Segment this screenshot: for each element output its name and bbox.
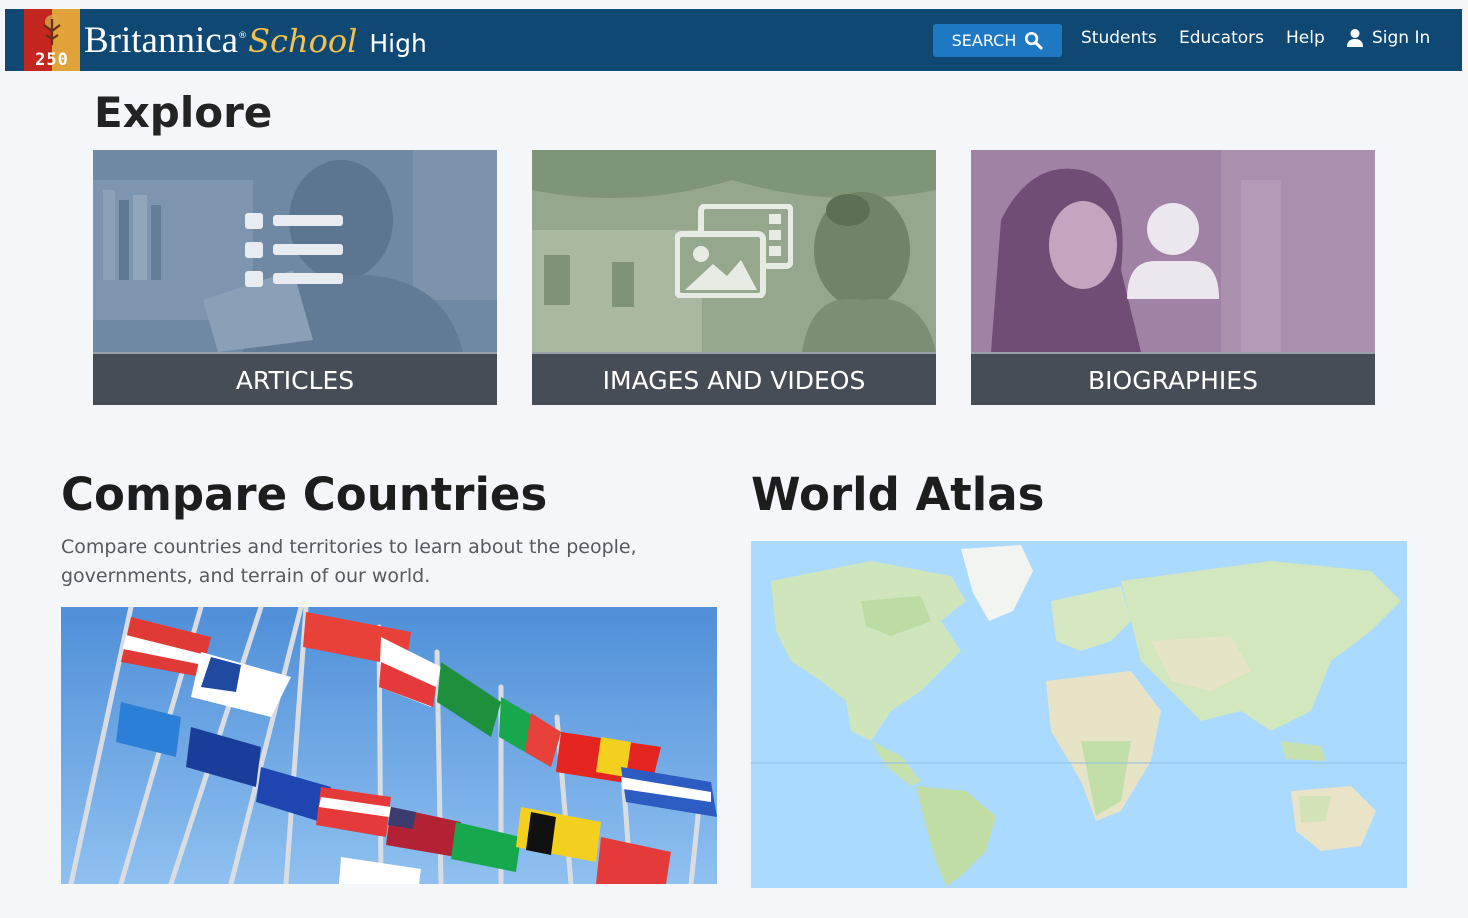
images-and-videos-card[interactable]: IMAGES AND VIDEOS	[532, 150, 936, 405]
brand-level: High	[369, 29, 427, 58]
britannica-250-logo[interactable]: 250	[24, 9, 80, 71]
world-map-illustration	[751, 541, 1407, 888]
compare-countries-heading: Compare Countries	[61, 468, 548, 521]
images-videos-photo	[532, 150, 936, 352]
user-icon	[1347, 29, 1363, 47]
nav-students-link[interactable]: Students	[1081, 28, 1157, 48]
biographies-card[interactable]: BIOGRAPHIES	[971, 150, 1375, 405]
images-videos-label: IMAGES AND VIDEOS	[532, 352, 936, 405]
articles-label: ARTICLES	[93, 352, 497, 405]
search-button-label: SEARCH	[951, 31, 1017, 50]
nav-help-link[interactable]: Help	[1286, 28, 1325, 48]
person-icon	[1127, 203, 1219, 299]
brand-registered-mark: ®	[238, 31, 248, 41]
list-icon	[245, 213, 343, 287]
articles-photo	[93, 150, 497, 352]
search-icon	[1025, 31, 1043, 50]
brand-secondary: School	[248, 22, 358, 60]
logo-250-number: 250	[35, 50, 69, 70]
articles-card[interactable]: ARTICLES	[93, 150, 497, 405]
top-navigation-bar: 250 Britannica ® School High SEARCH Stud…	[5, 9, 1462, 71]
sign-in-link[interactable]: Sign In	[1346, 28, 1430, 48]
search-button[interactable]: SEARCH	[933, 24, 1062, 57]
world-atlas-map[interactable]	[751, 541, 1407, 888]
brand-primary: Britannica	[84, 20, 239, 61]
world-flags-image[interactable]	[61, 607, 717, 884]
nav-educators-link[interactable]: Educators	[1179, 28, 1264, 48]
sign-in-label: Sign In	[1372, 28, 1431, 48]
biographies-label: BIOGRAPHIES	[971, 352, 1375, 405]
brand-wordmark[interactable]: Britannica ® School High	[84, 19, 427, 63]
media-icon	[675, 204, 793, 298]
flags-illustration	[61, 607, 717, 884]
explore-heading: Explore	[94, 88, 273, 137]
biographies-photo	[971, 150, 1375, 352]
thistle-logo-icon	[43, 15, 61, 45]
compare-countries-description: Compare countries and territories to lea…	[61, 536, 637, 587]
world-atlas-heading: World Atlas	[751, 468, 1045, 521]
